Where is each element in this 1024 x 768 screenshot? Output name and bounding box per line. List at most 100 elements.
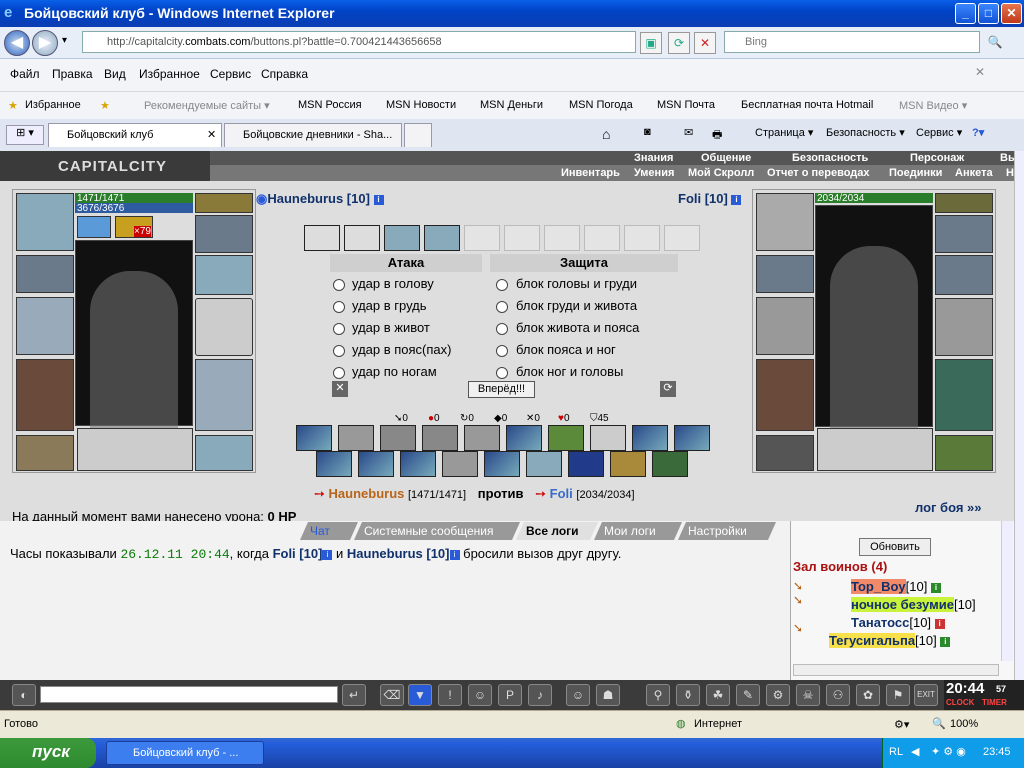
address-input[interactable]: http://capitalcity.combats.com/buttons.p… [82,31,636,53]
helmet-slot[interactable] [16,193,74,251]
msg-player2[interactable]: Foli [10] [273,546,323,561]
menu-view[interactable]: Вид [104,67,126,81]
effect-ice-slot[interactable] [77,216,111,238]
empty-slots[interactable] [817,428,933,471]
weapon2-slot[interactable] [935,298,993,356]
nav-more[interactable]: На [1006,167,1014,179]
nav-transfers[interactable]: Отчет о переводах [767,167,870,179]
language-indicator[interactable]: RL [889,746,903,758]
nav-inventory[interactable]: Инвентарь [561,167,620,179]
legs-slot[interactable] [935,359,993,431]
info-icon[interactable]: i [373,194,384,205]
scroll-slot[interactable] [544,225,580,251]
gloves-slot[interactable] [935,255,993,295]
alert-icon[interactable]: ! [438,684,462,706]
boots-slot[interactable] [935,435,993,471]
info-icon[interactable]: i [449,549,460,560]
msg-player1[interactable]: Hauneburus [10] [347,546,450,561]
warrior-item[interactable]: Top_Boy[10] i [851,579,941,594]
cancel-move-icon[interactable]: ✕ [332,381,348,397]
tab-fight-club[interactable]: Бойцовский клуб ✕ [48,123,222,147]
page-scrollbar[interactable] [1014,151,1024,680]
sidebar-scrollbar[interactable] [1001,521,1013,661]
skill-icon[interactable] [464,425,500,451]
skill-icon[interactable] [652,451,688,477]
vs-p2-name[interactable]: Foli [550,486,573,501]
fav-hotmail[interactable]: Бесплатная почта Hotmail [741,99,873,111]
page-menu[interactable]: Страница ▾ [755,126,813,139]
skill-icon[interactable] [590,425,626,451]
skill-icon[interactable] [674,425,710,451]
player2-name[interactable]: Foli [10] i [678,191,742,206]
skill-icon[interactable] [442,451,478,477]
fav-msn-news[interactable]: MSN Новости [386,99,456,111]
nav-character[interactable]: Персонаж [910,152,964,164]
new-tab-button[interactable] [404,123,432,147]
flag-icon[interactable]: ⚑ [886,684,910,706]
menu-tools[interactable]: Сервис [210,67,251,81]
refresh-battle-icon[interactable]: ⟳ [660,381,676,397]
party-icon[interactable]: ✿ [856,684,880,706]
back-button[interactable]: ◀ [4,30,30,56]
skill-icon[interactable] [568,451,604,477]
tray-arrow-icon[interactable]: ◀ [911,745,919,758]
warrior-item[interactable]: ночное безумие[10] [851,597,976,612]
skill-icon[interactable] [380,425,416,451]
attack-radio-stomach[interactable] [333,323,345,335]
tab-chat[interactable]: Чат [300,522,358,540]
smile-icon[interactable]: ☺ [566,684,590,706]
skill-icon[interactable] [526,451,562,477]
scroll-icon[interactable]: ✎ [736,684,760,706]
refresh-icon[interactable]: ⟳ [668,32,690,54]
fav-msn-money[interactable]: MSN Деньги [480,99,543,111]
nav-profile[interactable]: Анкета [955,167,993,179]
scroll-slot[interactable] [304,225,340,251]
effect-gold-slot[interactable]: ×79 [115,216,153,238]
defense-radio-head-chest[interactable] [496,279,508,291]
nav-duels[interactable]: Поединки [889,167,942,179]
defense-radio-belt-legs[interactable] [496,345,508,357]
scroll-slot[interactable] [664,225,700,251]
speaker-icon[interactable]: ◐ [12,684,36,706]
earring-slot[interactable] [195,193,253,213]
quick-tabs-icon[interactable]: ⊞ ▾ [6,125,44,145]
close-menu-icon[interactable]: ✕ [975,65,985,79]
player1-name[interactable]: ◉Hauneburus [10] i [256,191,384,207]
nav-scroll[interactable]: Мой Скролл [688,167,754,179]
help-icon[interactable]: ?▾ [972,126,984,139]
nav-communication[interactable]: Общение [701,152,751,164]
legs-slot[interactable] [195,359,253,431]
scroll-slot[interactable] [624,225,660,251]
refresh-button[interactable]: Обновить [859,538,931,556]
tab-all-logs[interactable]: Все логи [516,522,598,540]
ring-slots[interactable] [935,215,993,253]
print-icon[interactable]: 🖶 [712,126,722,145]
tools-menu[interactable]: Сервис ▾ [916,126,962,139]
guild-icon[interactable]: ☘ [706,684,730,706]
feeds-icon[interactable]: ◙ [644,126,651,138]
attack-radio-chest[interactable] [333,301,345,313]
compat-view-icon[interactable]: ▣ [640,32,662,54]
fav-msn-weather[interactable]: MSN Погода [569,99,633,111]
history-dropdown-icon[interactable]: ▾ [62,35,67,46]
attack-radio-head[interactable] [333,279,345,291]
sound-icon[interactable]: ♪ [528,684,552,706]
belt-slot[interactable] [756,435,814,471]
nav-exit[interactable]: Вых [1000,152,1014,164]
bracer-slot[interactable] [16,255,74,293]
menu-help[interactable]: Справка [261,67,308,81]
group-icon[interactable]: ⚇ [826,684,850,706]
defense-radio-chest-stomach[interactable] [496,301,508,313]
scroll-slot[interactable] [584,225,620,251]
stop-icon[interactable]: ✕ [694,32,716,54]
skill-icon[interactable] [296,425,332,451]
search-input[interactable]: Bing [724,31,980,53]
helmet-icon[interactable]: ☗ [596,684,620,706]
skill-icon[interactable] [422,425,458,451]
tab-settings[interactable]: Настройки [678,522,776,540]
skill-icon[interactable] [316,451,352,477]
skill-icon[interactable] [358,451,394,477]
warrior-item[interactable]: Тегусигальпа[10] i [829,633,951,648]
taskbar-item[interactable]: Бойцовский клуб - ... [106,741,264,765]
warrior-item[interactable]: Танатосс[10] i [851,615,945,630]
